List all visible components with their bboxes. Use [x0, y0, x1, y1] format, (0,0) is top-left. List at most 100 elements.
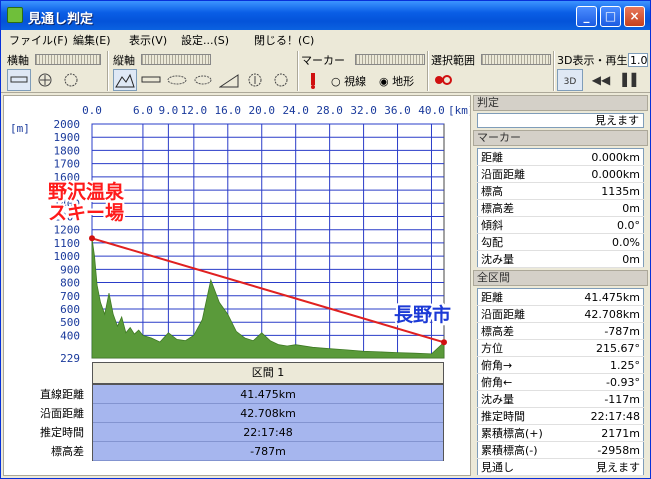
- title-bar[interactable]: 見通し判定 _ □ ×: [1, 1, 650, 30]
- start-point-label: 野沢温泉 スキー場: [48, 182, 124, 224]
- section-header[interactable]: 区間 1: [92, 362, 444, 384]
- marker-value: 0m: [556, 250, 644, 268]
- marker-key: 距離: [477, 148, 557, 166]
- marker-pin-tool[interactable]: [301, 69, 325, 91]
- x-tick-label: 6.0: [133, 104, 153, 117]
- marker-row: 標高 1135m: [477, 182, 644, 200]
- marker-table: 距離 0.000km 沿面距離 0.000km 標高 1135m 標高差 0m 傾斜 0.0° 勾配…: [477, 148, 644, 268]
- radio-terrain[interactable]: ◉ 地形: [379, 73, 414, 89]
- y-tick-label: 400: [60, 329, 80, 342]
- h-zoom-tool[interactable]: [33, 69, 57, 91]
- y-tick-label: 1000: [54, 250, 81, 263]
- marker-key: 標高: [477, 182, 557, 200]
- separator: [553, 51, 555, 91]
- all-section-key: 沈み量: [477, 390, 565, 408]
- v-zoom-out-tool[interactable]: [269, 69, 293, 91]
- x-tick-label: 12.0: [181, 104, 208, 117]
- all-section-key: 累積標高(-): [477, 441, 565, 459]
- marker-row: 勾配 0.0%: [477, 233, 644, 251]
- x-tick-label: 32.0: [350, 104, 377, 117]
- marker-value: 1135m: [556, 182, 644, 200]
- view-3d-tool[interactable]: 3D: [557, 69, 583, 91]
- profile-panel: 2000 1900 1800 1700 1600 1500 1400 1300 1200 1100…: [3, 95, 471, 476]
- marker-row: 沈み量 0m: [477, 250, 644, 268]
- replay-speed-field[interactable]: 1.0: [628, 53, 648, 67]
- vertical-axis-slider[interactable]: [141, 54, 211, 65]
- all-section-value: 1.25°: [564, 356, 644, 374]
- x-tick-label: 28.0: [316, 104, 343, 117]
- all-section-row: 推定時間 22:17:48: [477, 407, 644, 425]
- summary-label-time: 推定時間: [40, 426, 84, 439]
- maximize-button[interactable]: □: [600, 6, 621, 27]
- radio-sightline[interactable]: ○ 視線: [331, 73, 366, 89]
- y-tick-label: 2000: [54, 118, 81, 131]
- cloud-tool[interactable]: [165, 69, 189, 91]
- vertical-axis-label: 縦軸: [113, 54, 135, 67]
- marker-slider[interactable]: [355, 54, 425, 65]
- all-section-value: 2171m: [564, 424, 644, 442]
- y-min-label: 229: [60, 352, 80, 365]
- all-section-key: 方位: [477, 339, 565, 357]
- terrain-mountain-tool[interactable]: [113, 69, 137, 91]
- x-tick-label: 36.0: [384, 104, 411, 117]
- all-section-header: 全区間: [473, 270, 648, 286]
- all-section-key: 俯角←: [477, 373, 565, 391]
- play-icon[interactable]: ▐▐: [615, 69, 639, 91]
- all-section-key: 沿面距離: [477, 305, 565, 323]
- end-point-label: 長野市: [394, 304, 452, 326]
- minimize-button[interactable]: _: [576, 6, 597, 27]
- y-tick-label: 600: [60, 303, 80, 316]
- all-section-row: 沿面距離 42.708km: [477, 305, 644, 323]
- x-tick-label: 16.0: [215, 104, 242, 117]
- marker-key: 沈み量: [477, 250, 557, 268]
- marker-key: 標高差: [477, 199, 557, 217]
- all-section-key: 俯角→: [477, 356, 565, 374]
- h-fit-tool[interactable]: [7, 69, 31, 91]
- judgement-header: 判定: [473, 95, 648, 111]
- slope-tool[interactable]: [217, 69, 241, 91]
- menu-file[interactable]: ファイル(F): [9, 32, 68, 48]
- y-tick-label: 1200: [54, 224, 81, 237]
- summary-label-surface: 沿面距離: [40, 407, 84, 420]
- all-section-key: 累積標高(+): [477, 424, 565, 442]
- marker-row: 沿面距離 0.000km: [477, 165, 644, 183]
- horizontal-axis-label: 横軸: [7, 54, 29, 67]
- marker-value: 0m: [556, 199, 644, 217]
- menu-close[interactable]: 閉じる！(C): [254, 32, 314, 48]
- x-tick-label: 40.0: [418, 104, 445, 117]
- rewind-icon[interactable]: ◀◀: [589, 69, 613, 91]
- summary-estimated-time: 22:17:48: [93, 423, 443, 442]
- summary-label-straight: 直線距離: [40, 388, 84, 401]
- y-tick-label: 1900: [54, 131, 81, 144]
- x-tick-label: 0.0: [82, 104, 102, 117]
- all-section-value: -0.93°: [564, 373, 644, 391]
- v-zoom-tool[interactable]: [243, 69, 267, 91]
- all-section-table: 距離 41.475km 沿面距離 42.708km 標高差 -787m 方位 215.67° 俯…: [477, 288, 644, 476]
- all-section-row: 俯角← -0.93°: [477, 373, 644, 391]
- menu-view[interactable]: 表示(V): [129, 32, 167, 48]
- selection-slider[interactable]: [481, 54, 551, 65]
- plot-area: [91, 123, 445, 359]
- h-zoom-out-tool[interactable]: [59, 69, 83, 91]
- all-section-value: 215.67°: [564, 339, 644, 357]
- menu-settings[interactable]: 設定...(S): [181, 32, 229, 48]
- section-summary: 41.475km 42.708km 22:17:48 -787m: [92, 384, 444, 461]
- flat-tool[interactable]: [139, 69, 163, 91]
- app-icon: [7, 7, 23, 23]
- close-button[interactable]: ×: [624, 6, 645, 27]
- marker-key: 沿面距離: [477, 165, 557, 183]
- cloud2-tool[interactable]: [191, 69, 215, 91]
- all-section-row: 距離 41.475km: [477, 288, 644, 306]
- judgement-value: 見えます: [477, 113, 644, 128]
- toolbar: 横軸 縦軸 マーカー ○ 視線 ◉ 地形 選択範囲 3D表示・再生 1.0 3D…: [1, 49, 650, 93]
- marker-label: マーカー: [301, 54, 345, 67]
- selection-tool[interactable]: [431, 69, 455, 91]
- all-section-value: 22:17:48: [564, 407, 644, 425]
- all-section-key: 標高差: [477, 322, 565, 340]
- all-section-row: 俯角→ 1.25°: [477, 356, 644, 374]
- marker-value: 0.000km: [556, 165, 644, 183]
- marker-key: 勾配: [477, 233, 557, 251]
- horizontal-axis-slider[interactable]: [35, 54, 101, 65]
- menu-edit[interactable]: 編集(E): [73, 32, 111, 48]
- y-unit-label: [m]: [10, 122, 30, 135]
